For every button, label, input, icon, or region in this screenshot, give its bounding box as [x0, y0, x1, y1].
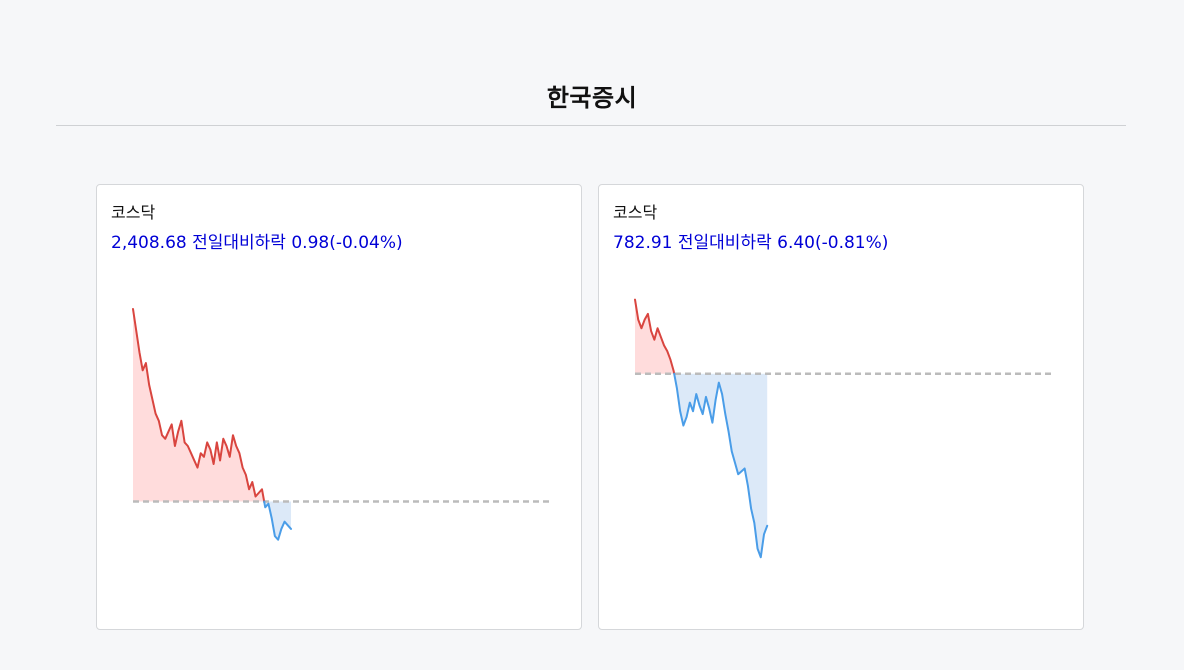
- title-divider: [56, 125, 1126, 126]
- index-card-1[interactable]: 코스닥 2,408.68 전일대비하락 0.98(-0.04%): [96, 184, 582, 630]
- intraday-chart: [132, 308, 553, 541]
- intraday-chart: [634, 298, 1055, 559]
- area-fill-down: [674, 373, 768, 558]
- area-fill-down: [264, 501, 292, 540]
- page-title: 한국증시: [546, 84, 638, 112]
- index-card-2[interactable]: 코스닥 782.91 전일대비하락 6.40(-0.81%): [598, 184, 1084, 630]
